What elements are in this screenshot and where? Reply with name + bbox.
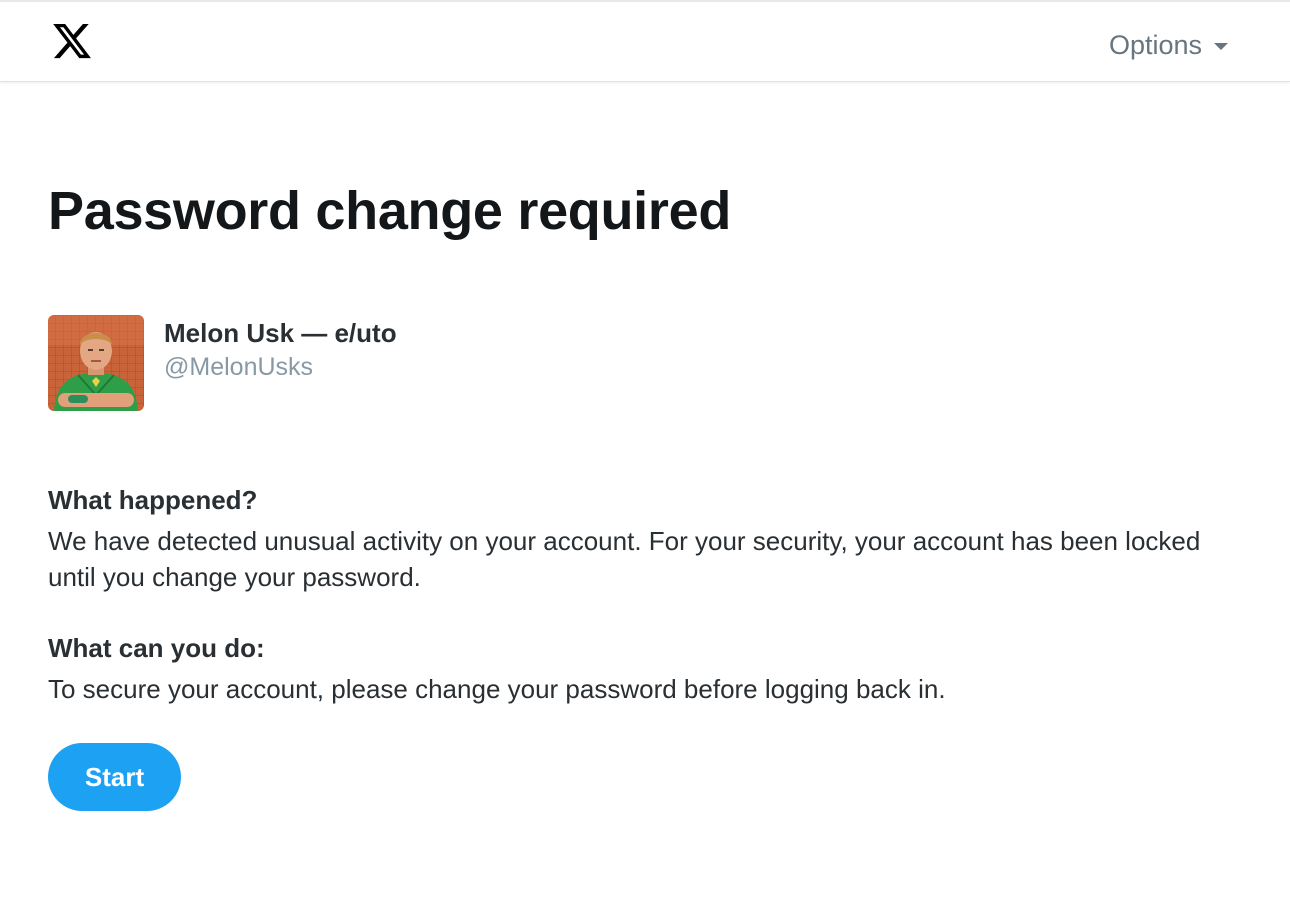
page-title: Password change required xyxy=(48,181,732,241)
avatar-image xyxy=(48,315,144,411)
options-dropdown[interactable]: Options xyxy=(1109,27,1228,63)
section-heading-what-happened: What happened? xyxy=(48,485,258,515)
caret-down-icon xyxy=(1214,43,1228,50)
account-display-name: Melon Usk — e/uto xyxy=(164,318,397,348)
section-body-what-can-you-do: To secure your account, please change yo… xyxy=(48,674,946,704)
top-navigation-bar: Options xyxy=(0,0,1290,82)
start-button[interactable]: Start xyxy=(48,743,181,811)
section-body-what-happened: We have detected unusual activity on you… xyxy=(48,526,1201,592)
section-heading-what-can-you-do: What can you do: xyxy=(48,633,265,663)
x-logo-icon[interactable] xyxy=(50,20,94,62)
avatar xyxy=(48,315,144,411)
options-label: Options xyxy=(1108,30,1202,60)
account-handle: @MelonUsks xyxy=(164,353,314,381)
